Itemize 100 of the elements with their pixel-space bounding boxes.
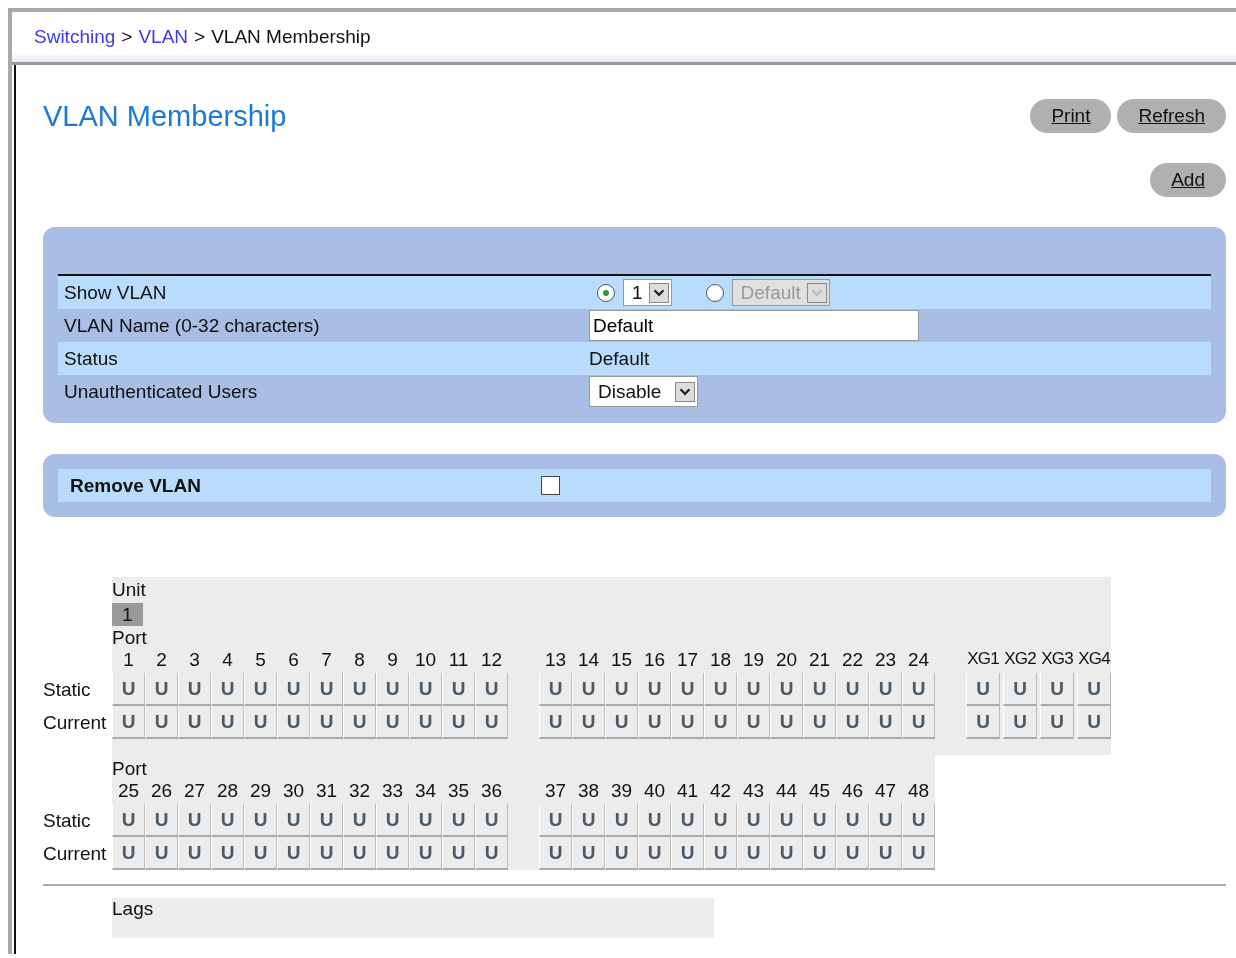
port-status: U	[277, 837, 310, 870]
port-toggle[interactable]: U	[539, 673, 572, 706]
vlan-select[interactable]: 1	[623, 279, 672, 306]
port-toggle[interactable]: U	[966, 673, 1000, 706]
radio-button[interactable]	[597, 283, 615, 302]
port-toggle[interactable]: U	[178, 673, 211, 706]
port-toggle[interactable]: U	[902, 804, 935, 837]
port-status: U	[770, 837, 803, 870]
port-toggle[interactable]: U	[145, 673, 178, 706]
port-status: U	[539, 706, 572, 739]
port-toggle[interactable]: U	[737, 804, 770, 837]
row-label: Static	[43, 677, 92, 702]
port-number: 39	[610, 780, 633, 803]
port-status: U	[343, 706, 376, 739]
port-toggle[interactable]: U	[343, 673, 376, 706]
port-toggle[interactable]: U	[572, 804, 605, 837]
add-button[interactable]: Add	[1150, 163, 1226, 197]
port-number: 16	[643, 649, 666, 672]
port-toggle[interactable]: U	[605, 804, 638, 837]
port-toggle[interactable]: U	[310, 673, 343, 706]
action-button[interactable]: Print	[1030, 99, 1112, 133]
port-toggle[interactable]: U	[442, 673, 475, 706]
port-toggle[interactable]: U	[211, 804, 244, 837]
breadcrumb-separator: >	[194, 26, 206, 48]
port-toggle[interactable]: U	[803, 804, 836, 837]
port-status: U	[310, 706, 343, 739]
port-toggle[interactable]: U	[145, 804, 178, 837]
port-status: U	[671, 706, 704, 739]
port-toggle[interactable]: U	[244, 804, 277, 837]
port-toggle[interactable]: U	[376, 804, 409, 837]
port-status: U	[902, 706, 935, 739]
port-status: U	[770, 706, 803, 739]
port-toggle[interactable]: U	[211, 673, 244, 706]
port-toggle[interactable]: U	[1003, 673, 1037, 706]
port-number: 37	[544, 780, 567, 803]
port-toggle[interactable]: U	[803, 673, 836, 706]
port-status: U	[605, 706, 638, 739]
port-toggle[interactable]: U	[112, 804, 145, 837]
port-toggle[interactable]: U	[770, 804, 803, 837]
remove-checkbox[interactable]	[541, 476, 560, 495]
port-toggle[interactable]: U	[836, 673, 869, 706]
port-status: U	[376, 706, 409, 739]
port-number: 34	[414, 780, 437, 803]
port-status: U	[244, 706, 277, 739]
port-toggle[interactable]: U	[605, 673, 638, 706]
unit-tab[interactable]: 1	[112, 603, 143, 626]
port-toggle[interactable]: U	[638, 804, 671, 837]
port-toggle[interactable]: U	[671, 804, 704, 837]
action-button[interactable]: Refresh	[1117, 99, 1226, 133]
port-number: XG4	[1078, 649, 1110, 670]
port-toggle[interactable]: U	[902, 673, 935, 706]
port-number: 1	[123, 649, 134, 672]
port-toggle[interactable]: U	[475, 804, 508, 837]
field-label: Status	[63, 347, 119, 370]
port-toggle[interactable]: U	[1040, 673, 1074, 706]
port-number: 15	[610, 649, 633, 672]
port-toggle[interactable]: U	[343, 804, 376, 837]
port-status: U	[836, 837, 869, 870]
field-label: Show VLAN	[63, 281, 168, 304]
port-status: U	[145, 706, 178, 739]
field-label: VLAN Name (0-32 characters)	[63, 314, 321, 337]
port-status: U	[409, 837, 442, 870]
port-toggle[interactable]: U	[310, 804, 343, 837]
port-number: 14	[577, 649, 600, 672]
port-toggle[interactable]: U	[409, 673, 442, 706]
port-number: 18	[709, 649, 732, 672]
port-toggle[interactable]: U	[704, 673, 737, 706]
port-toggle[interactable]: U	[539, 804, 572, 837]
port-status: U	[836, 706, 869, 739]
port-toggle[interactable]: U	[475, 673, 508, 706]
breadcrumb-link[interactable]: Switching	[34, 26, 116, 48]
users-select[interactable]: Disable	[589, 376, 699, 407]
breadcrumb-link[interactable]: VLAN	[138, 26, 189, 48]
port-toggle[interactable]: U	[737, 673, 770, 706]
port-number: 7	[321, 649, 332, 672]
port-toggle[interactable]: U	[244, 673, 277, 706]
port-number: 4	[222, 649, 233, 672]
port-toggle[interactable]: U	[836, 804, 869, 837]
port-toggle[interactable]: U	[869, 673, 902, 706]
port-toggle[interactable]: U	[442, 804, 475, 837]
port-number: 2	[156, 649, 167, 672]
port-toggle[interactable]: U	[869, 804, 902, 837]
port-toggle[interactable]: U	[572, 673, 605, 706]
port-toggle[interactable]: U	[409, 804, 442, 837]
port-toggle[interactable]: U	[770, 673, 803, 706]
vlan-name-field[interactable]: Default	[589, 310, 919, 341]
port-status: U	[572, 706, 605, 739]
port-toggle[interactable]: U	[277, 673, 310, 706]
port-toggle[interactable]: U	[1077, 673, 1111, 706]
port-toggle[interactable]: U	[704, 804, 737, 837]
port-number: 25	[117, 780, 140, 803]
port-toggle[interactable]: U	[376, 673, 409, 706]
port-status: U	[211, 706, 244, 739]
port-toggle[interactable]: U	[112, 673, 145, 706]
port-number: 31	[315, 780, 338, 803]
port-toggle[interactable]: U	[178, 804, 211, 837]
port-toggle[interactable]: U	[638, 673, 671, 706]
port-toggle[interactable]: U	[671, 673, 704, 706]
port-toggle[interactable]: U	[277, 804, 310, 837]
port-status: U	[671, 837, 704, 870]
